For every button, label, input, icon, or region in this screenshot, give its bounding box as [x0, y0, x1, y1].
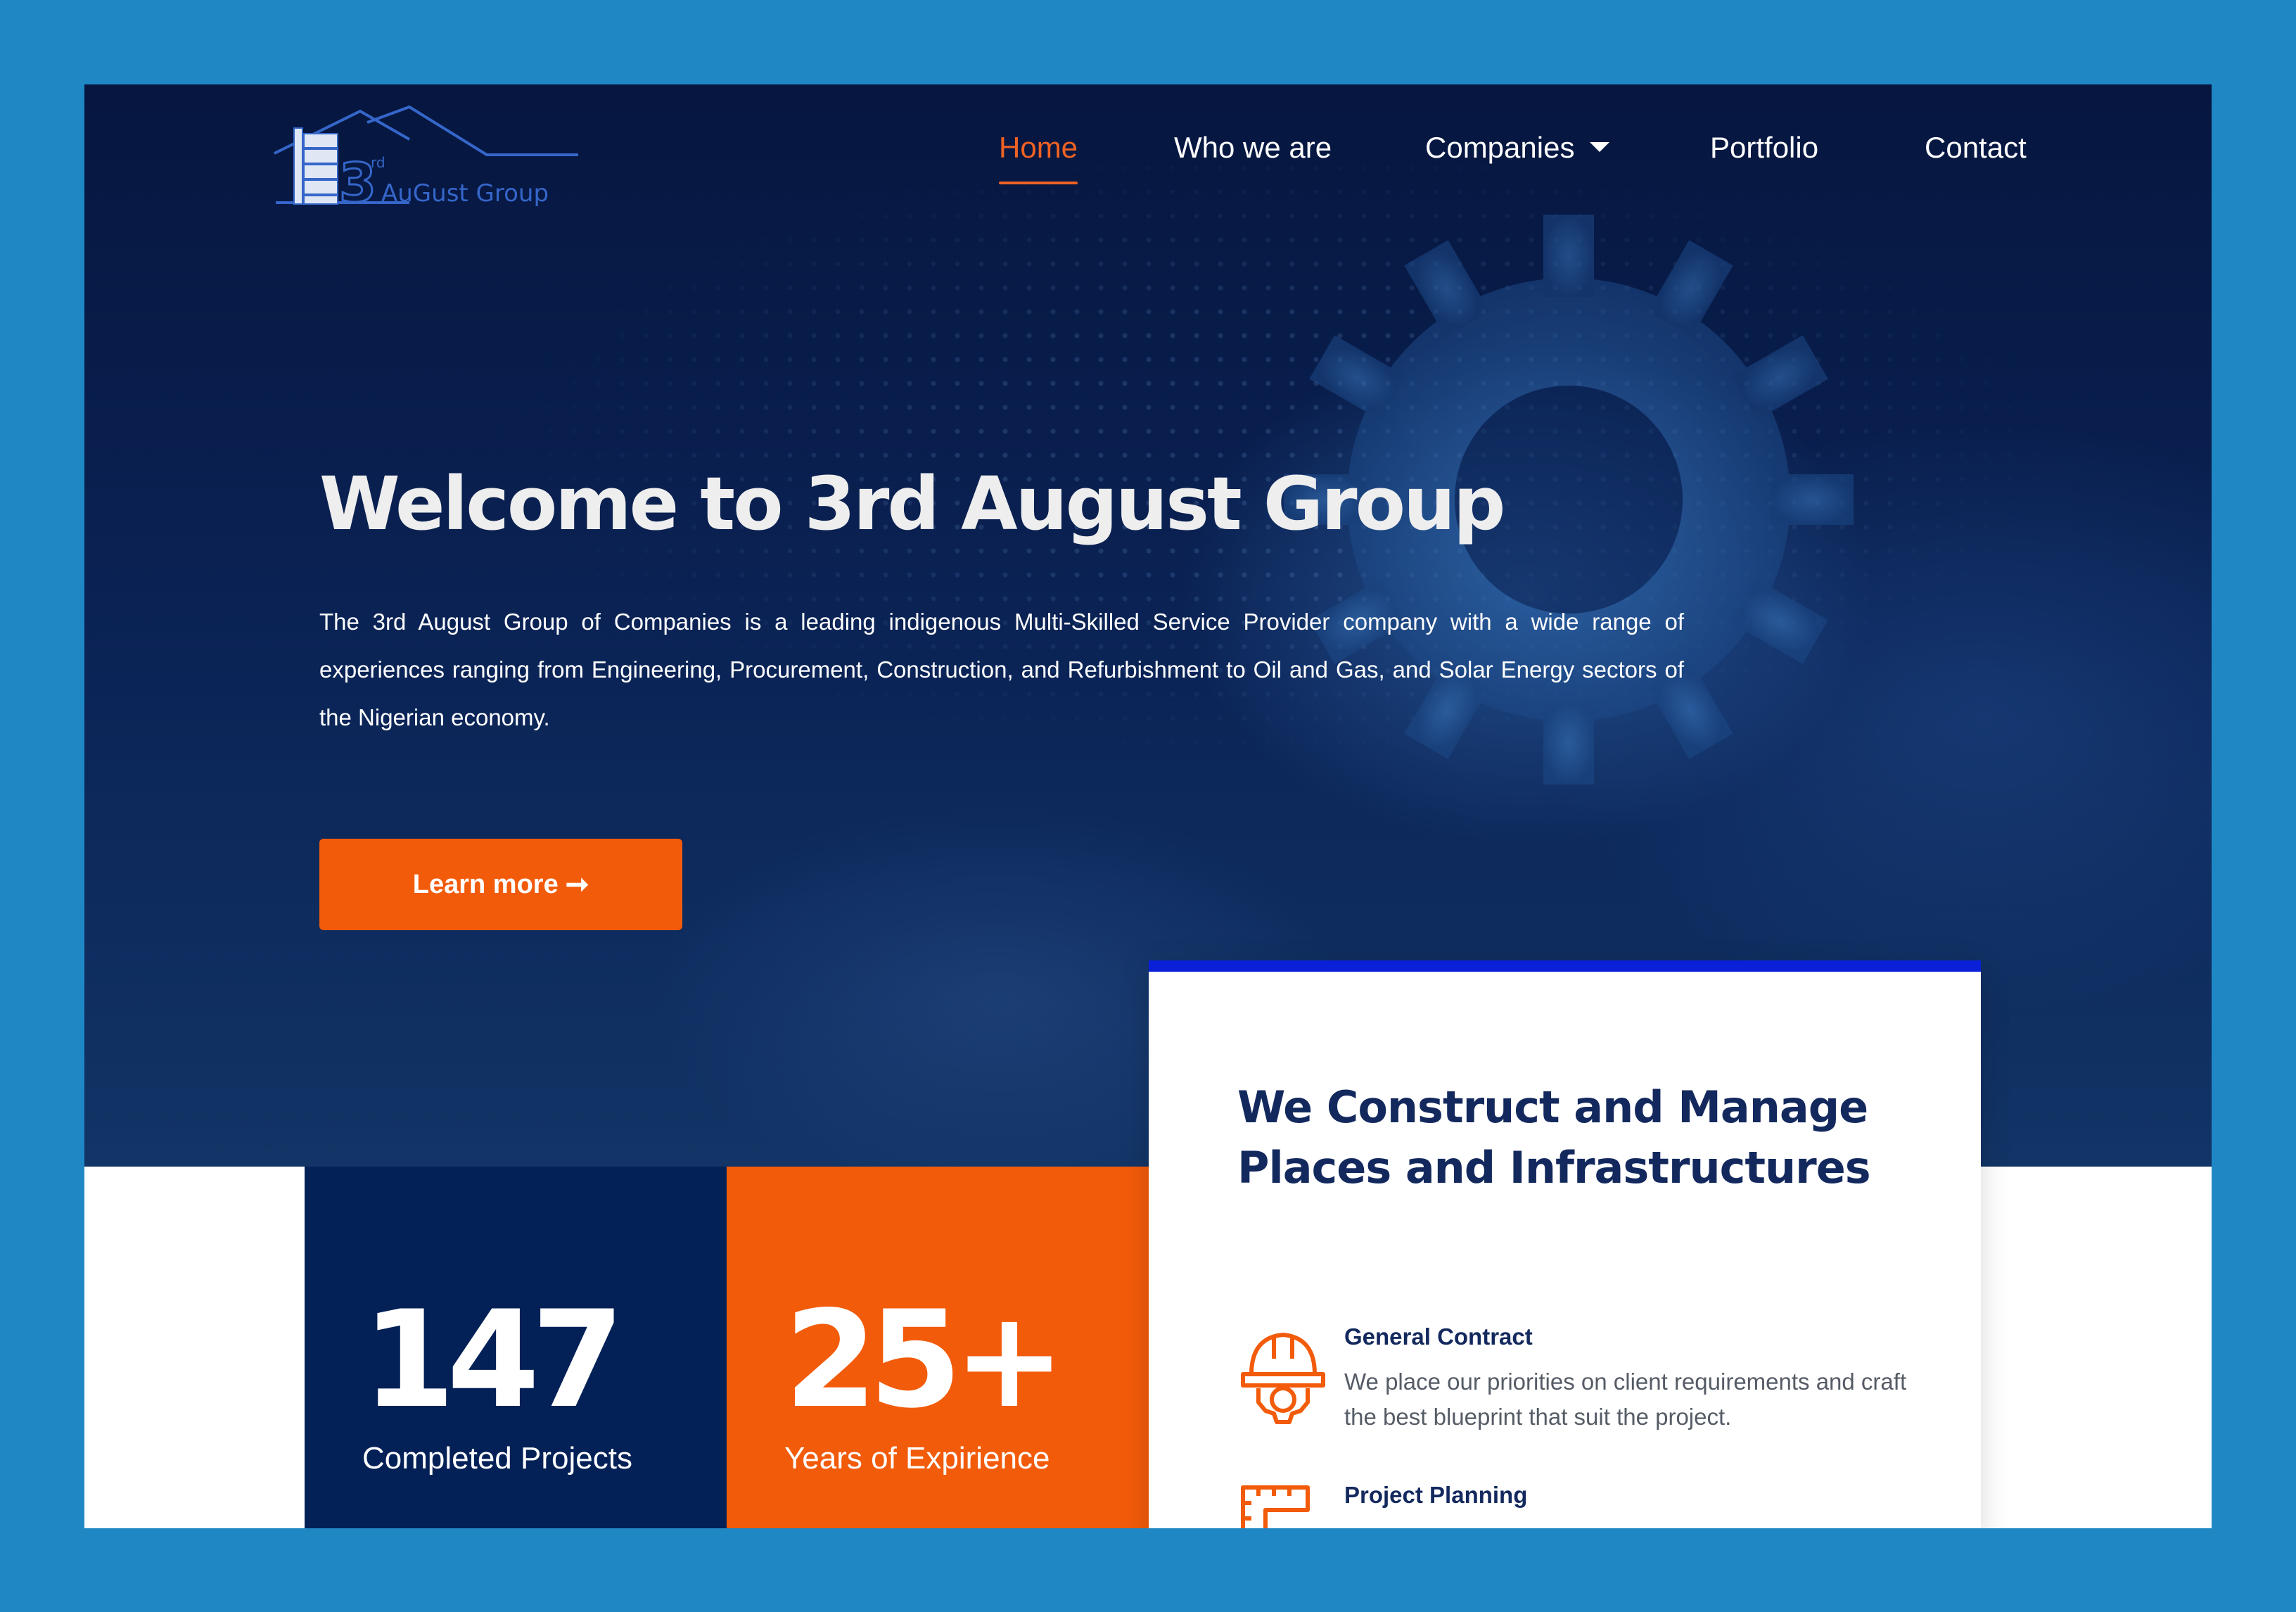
- stat-label: Years of Expirience: [784, 1441, 1050, 1475]
- nav-item-companies[interactable]: Companies: [1425, 131, 1610, 165]
- hero-description: The 3rd August Group of Companies is a l…: [319, 609, 1684, 730]
- svg-text:rd: rd: [371, 154, 385, 171]
- logo-mark-icon: 3 rd AuGust Group: [274, 105, 578, 215]
- service-description: We walk our client through each phase of…: [1344, 1523, 1907, 1528]
- nav-item-who-we-are[interactable]: Who we are: [1174, 131, 1332, 165]
- nav-item-label: Companies: [1425, 131, 1575, 164]
- nav-item-home[interactable]: Home: [999, 131, 1078, 184]
- hero-title: Welcome to 3rd August Group: [319, 461, 1505, 547]
- service-name: General Contract: [1344, 1324, 1533, 1350]
- nav-item-contact[interactable]: Contact: [1925, 131, 2027, 165]
- arrow-right-icon: ➞: [565, 869, 589, 900]
- hardhat-gear-icon: [1241, 1333, 1325, 1424]
- nav-item-label: Contact: [1925, 131, 2027, 164]
- services-card-title: We Construct and Manage Places and Infra…: [1237, 1081, 1871, 1193]
- stat-value: 147: [362, 1282, 625, 1438]
- stat-label: Completed Projects: [362, 1441, 632, 1475]
- services-card: We Construct and Manage Places and Infra…: [1149, 960, 1981, 1528]
- company-logo[interactable]: 3 rd AuGust Group: [269, 97, 592, 224]
- stat-completed-projects: 147 Completed Projects: [305, 1167, 727, 1528]
- stat-years-experience: 25+ Years of Expirience: [727, 1167, 1149, 1528]
- ruler-pencil-icon: [1241, 1485, 1310, 1528]
- service-description: We place our priorities on client requir…: [1344, 1369, 1907, 1430]
- learn-more-button[interactable]: Learn more ➞: [319, 839, 682, 930]
- stat-value: 25+: [784, 1282, 1066, 1438]
- nav-item-portfolio[interactable]: Portfolio: [1710, 131, 1818, 165]
- nav-item-label: Portfolio: [1710, 131, 1819, 164]
- website-frame: 3 rd AuGust Group Home Who we are Compan…: [84, 84, 2212, 1528]
- nav-item-label: Who we are: [1174, 131, 1332, 164]
- active-nav-underline: [999, 182, 1078, 184]
- learn-more-label: Learn more: [412, 869, 559, 899]
- nav-item-label: Home: [999, 131, 1078, 164]
- service-name: Project Planning: [1344, 1482, 1528, 1508]
- caret-down-icon: [1590, 141, 1610, 152]
- svg-text:AuGust Group: AuGust Group: [381, 179, 549, 208]
